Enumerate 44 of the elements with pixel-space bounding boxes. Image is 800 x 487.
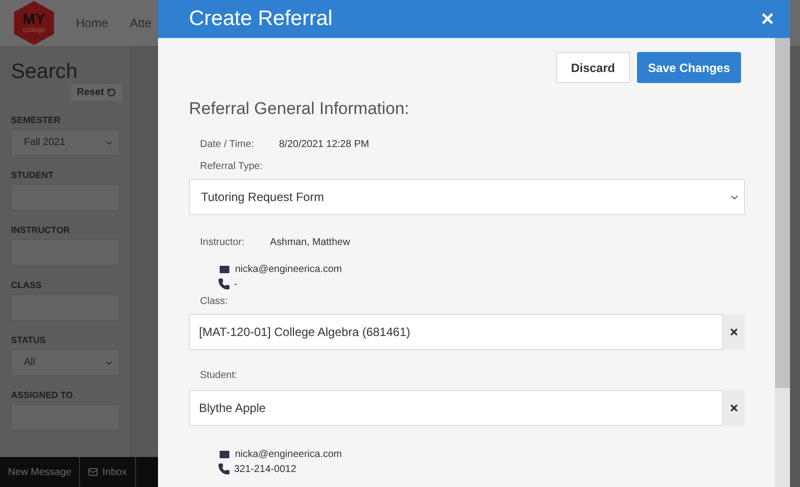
field-label: Instructor: — [200, 237, 246, 248]
field-value: Ashman, Matthew — [270, 237, 350, 248]
contact-phone: - — [234, 278, 238, 290]
nav-link[interactable]: Atte — [130, 16, 152, 30]
nav-link[interactable]: Home — [76, 16, 108, 30]
new-message-link[interactable]: New Message — [0, 457, 80, 487]
student-field[interactable]: Blythe Apple — [189, 390, 723, 426]
filter-select[interactable]: All — [11, 349, 120, 376]
field-label: Date / Time: — [200, 139, 255, 150]
phone-icon — [218, 463, 230, 475]
referral-type-select[interactable]: Tutoring Request Form — [189, 179, 745, 215]
clear-icon — [729, 403, 739, 413]
mail-icon — [88, 467, 98, 477]
filter-select[interactable]: Fall 2021 — [11, 129, 120, 156]
clear-button[interactable] — [723, 314, 745, 350]
filter-label: STUDENT — [11, 170, 54, 180]
sidebar-title: Search — [11, 60, 79, 84]
reset-button[interactable]: Reset — [70, 84, 122, 101]
section-title: Referral General Information: — [189, 99, 410, 119]
inbox-link[interactable]: Inbox — [80, 457, 136, 487]
contact-phone: 321-214-0012 — [234, 464, 296, 474]
clear-icon — [729, 327, 739, 337]
field-value: 8/20/2021 12:28 PM — [279, 139, 370, 150]
mail-icon — [218, 448, 231, 461]
contact-email: nicka@engineerica.com — [235, 449, 342, 460]
class-field[interactable]: [MAT-120-01] College Algebra (681461) — [189, 314, 723, 350]
discard-button[interactable]: Discard — [556, 52, 630, 83]
save-button[interactable]: Save Changes — [636, 52, 741, 83]
field-label: Referral Type: — [200, 161, 263, 172]
filter-label: STATUS — [11, 335, 47, 345]
filter-label: INSTRUCTOR — [11, 225, 71, 235]
reset-icon — [107, 88, 116, 97]
contact-email: nicka@engineerica.com — [235, 264, 342, 275]
mail-icon — [218, 263, 231, 276]
modal-title: Create Referral — [189, 7, 333, 31]
scrollbar[interactable] — [775, 38, 790, 487]
filter-label: CLASS — [11, 280, 43, 290]
field-label: Student: — [200, 370, 238, 381]
close-button[interactable]: × — [761, 8, 774, 30]
field-label: Class: — [200, 296, 228, 307]
filter-label: SEMESTER — [11, 115, 62, 125]
clear-button[interactable] — [723, 390, 745, 426]
filter-label: ASSIGNED TO — [11, 390, 74, 400]
phone-icon — [218, 278, 230, 290]
